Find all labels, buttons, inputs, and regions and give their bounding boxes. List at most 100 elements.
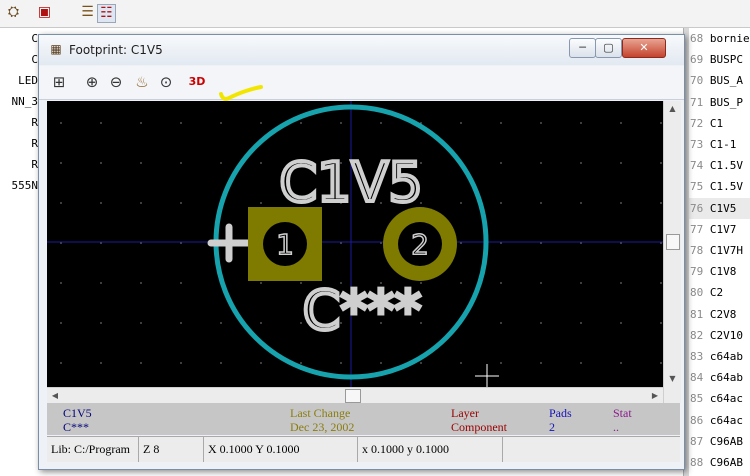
footprint-canvas[interactable]: C1V5 1 2 C***	[47, 101, 663, 387]
footprint-list-item[interactable]: 86 c64ac	[689, 410, 750, 431]
grid-dot	[580, 122, 582, 124]
grid-dot	[460, 202, 462, 204]
minimize-button[interactable]: ─	[569, 38, 596, 58]
footprint-list-item[interactable]: 82 C2V10	[689, 325, 750, 346]
grid-dot	[380, 362, 382, 364]
3d-view-icon[interactable]: 3D	[187, 72, 207, 92]
footprint-name: C1V5	[63, 406, 92, 420]
footprint-list-item[interactable]: 84 c64ab	[689, 367, 750, 388]
pads-value: 2	[549, 420, 555, 434]
component-list-item[interactable]: 555N	[0, 175, 40, 196]
grid-dot	[580, 322, 582, 324]
component-list-item[interactable]: R	[0, 154, 40, 175]
component-list-item[interactable]: R	[0, 133, 40, 154]
grid-dot	[620, 202, 622, 204]
library-icon[interactable]: ▣	[36, 4, 53, 21]
close-button[interactable]: ✕	[622, 38, 666, 58]
footprint-list-item[interactable]: 85 c64ac	[689, 388, 750, 409]
pad-1-number: 1	[276, 228, 294, 261]
grid-dot	[260, 282, 262, 284]
line-number: 84	[690, 371, 704, 385]
footprint-list-item[interactable]: 72 C1	[689, 113, 750, 134]
scroll-right-icon[interactable]: ▶	[647, 388, 663, 404]
maximize-button[interactable]: ▢	[595, 38, 622, 58]
window-title: Footprint: C1V5	[69, 43, 163, 57]
vertical-scrollbar[interactable]: ▲ ▼	[663, 101, 681, 403]
line-number: 87	[690, 434, 704, 448]
footprint-list-item[interactable]: 68 bornier	[689, 28, 750, 49]
footprint-name: BUSPC	[709, 53, 743, 67]
grid-dot	[340, 122, 342, 124]
grid-dot	[60, 322, 62, 324]
line-number: 86	[690, 413, 704, 427]
window-titlebar[interactable]: ▦ Footprint: C1V5 ─ ▢ ✕	[39, 35, 684, 65]
horizontal-scroll-thumb[interactable]	[345, 389, 361, 403]
zoom-in-icon[interactable]: ⊕	[82, 72, 102, 92]
vertical-scroll-thumb[interactable]	[666, 234, 680, 250]
component-list-item[interactable]: R	[0, 112, 40, 133]
footprint-list-item[interactable]: 73 C1-1	[689, 134, 750, 155]
footprint-name: c64ac	[709, 413, 743, 427]
footprint-list-item[interactable]: 81 C2V8	[689, 304, 750, 325]
line-number: 68	[690, 32, 704, 45]
footprint-list-item[interactable]: 74 C1.5V	[689, 155, 750, 176]
footprint-list-item[interactable]: 70 BUS_A	[689, 70, 750, 91]
footprint-list-item[interactable]: 75 C1.5V	[689, 176, 750, 197]
footprint-name: C2V8	[709, 307, 737, 321]
display-options-icon[interactable]: ⊞	[49, 72, 69, 92]
grid-dot	[220, 162, 222, 164]
netlist-icon[interactable]: ⛭	[5, 4, 22, 21]
zoom-fit-icon[interactable]: ⊙	[156, 72, 176, 92]
grid-dot	[660, 282, 662, 284]
footprint-list-item[interactable]: 83 c64ab	[689, 346, 750, 367]
status-library: Lib: C:/Program	[47, 437, 139, 462]
grid-dot	[460, 362, 462, 364]
grid-dot	[500, 362, 502, 364]
grid-dot	[180, 122, 182, 124]
scroll-left-icon[interactable]: ◀	[47, 388, 63, 404]
line-number: 70	[690, 74, 704, 88]
footprint-list-item[interactable]: 79 C1V8	[689, 261, 750, 282]
footprint-name: C96AB	[709, 434, 743, 448]
module-list-icon[interactable]: ☷	[97, 4, 116, 23]
component-list-item[interactable]: NN_3	[0, 91, 40, 112]
pad-2-number: 2	[411, 228, 429, 261]
footprint-list-item[interactable]: 88 C96AB	[689, 452, 750, 473]
scroll-down-icon[interactable]: ▼	[664, 371, 681, 387]
footprint-list-item[interactable]: 77 C1V7	[689, 219, 750, 240]
last-change-label: Last Change	[290, 406, 351, 420]
grid-dot	[540, 322, 542, 324]
footprint-list-item[interactable]: 80 C2	[689, 282, 750, 303]
component-list-item[interactable]: C	[0, 28, 40, 49]
grid-dot	[300, 122, 302, 124]
grid-dot	[580, 162, 582, 164]
grid-dot	[60, 122, 62, 124]
status-relative-coords: x 0.1000 y 0.1000	[358, 437, 503, 462]
list-icon[interactable]: ☰	[79, 4, 96, 21]
grid-dot	[180, 322, 182, 324]
grid-dot	[500, 202, 502, 204]
component-list-item[interactable]: LED	[0, 70, 40, 91]
grid-dot	[380, 122, 382, 124]
footprint-list-item[interactable]: 76 C1V5	[689, 197, 750, 219]
horizontal-scrollbar[interactable]: ◀ ▶	[47, 387, 663, 404]
grid-dot	[660, 202, 662, 204]
last-change-date: Dec 23, 2002	[290, 420, 355, 434]
scroll-up-icon[interactable]: ▲	[664, 101, 681, 117]
grid-dot	[180, 282, 182, 284]
grid-dot	[620, 162, 622, 164]
footprint-list-item[interactable]: 78 C1V7H	[689, 240, 750, 261]
footprint-list-item[interactable]: 87 C96AB	[689, 431, 750, 452]
grid-dot	[300, 282, 302, 284]
component-list-item[interactable]: C	[0, 49, 40, 70]
grid-dot	[300, 362, 302, 364]
footprint-list-item[interactable]: 71 BUS_P	[689, 92, 750, 113]
grid-dot	[100, 282, 102, 284]
line-number: 75	[690, 180, 704, 194]
grid-dot	[500, 282, 502, 284]
grid-dot	[300, 322, 302, 324]
zoom-out-icon[interactable]: ⊖	[106, 72, 126, 92]
redraw-icon[interactable]: ♨	[132, 72, 152, 92]
footprint-list-item[interactable]: 69 BUSPC	[689, 49, 750, 70]
grid-dot	[60, 282, 62, 284]
